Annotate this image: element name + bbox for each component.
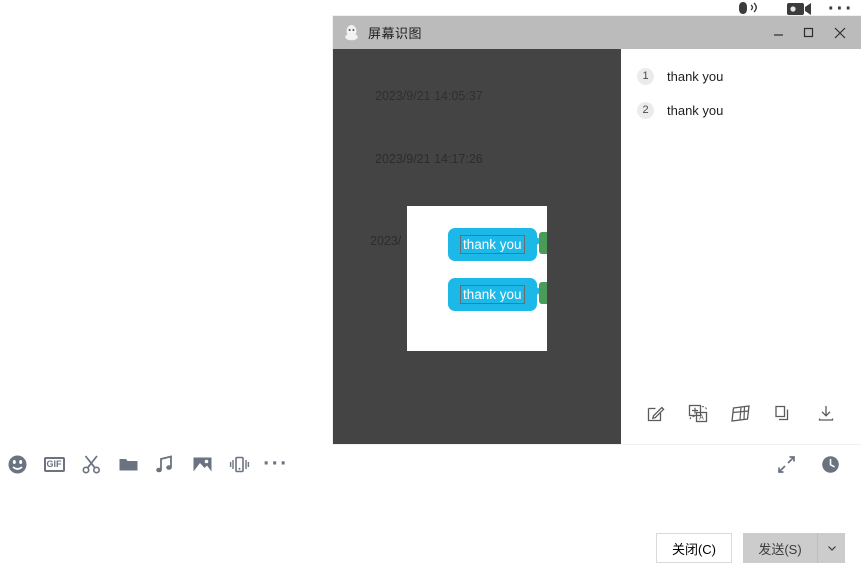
screen-root: ··· 屏幕识图 2023/9/21 14:05:37 2023/9/21 14… bbox=[0, 0, 861, 572]
result-text[interactable]: thank you bbox=[667, 103, 723, 118]
qq-penguin-icon bbox=[343, 24, 360, 41]
chat-toolbar-left-group: GIF ··· bbox=[6, 446, 287, 482]
preview-timestamp: 2023/ bbox=[370, 234, 402, 248]
list-item[interactable]: 1 thank you bbox=[621, 59, 861, 93]
minimize-button[interactable] bbox=[763, 16, 793, 49]
dialog-title: 屏幕识图 bbox=[368, 26, 423, 41]
chat-bubble-text: thank you bbox=[460, 235, 525, 254]
preview-timestamp: 2023/9/21 14:05:37 bbox=[375, 89, 483, 103]
close-button[interactable] bbox=[823, 16, 857, 49]
preview-timestamp: 2023/9/21 14:17:26 bbox=[375, 152, 483, 166]
send-button[interactable]: 发送(S) bbox=[743, 533, 817, 563]
edit-pencil-icon[interactable] bbox=[643, 400, 669, 426]
chat-toolbar-right-group bbox=[775, 446, 841, 482]
gif-label: GIF bbox=[43, 456, 65, 472]
history-clock-icon[interactable] bbox=[819, 453, 841, 475]
ocr-result-toolbar: A bbox=[621, 400, 861, 426]
audio-message-icon[interactable] bbox=[154, 453, 176, 475]
dialog-window-controls bbox=[763, 16, 861, 49]
chat-bubble: thank you bbox=[448, 278, 543, 311]
chat-bubble-row: thank you bbox=[448, 278, 543, 311]
dialog-titlebar[interactable]: 屏幕识图 bbox=[333, 16, 861, 49]
copy-icon[interactable] bbox=[770, 400, 796, 426]
gif-icon[interactable]: GIF bbox=[43, 453, 65, 475]
chat-footer-actions: 关闭(C) 发送(S) bbox=[656, 533, 845, 563]
list-item[interactable]: 2 thank you bbox=[621, 93, 861, 127]
svg-text:A: A bbox=[699, 414, 704, 421]
download-icon[interactable] bbox=[813, 400, 839, 426]
screen-recognition-dialog: 屏幕识图 2023/9/21 14:05:37 2023/9/21 14:17:… bbox=[333, 16, 861, 444]
send-button-group: 发送(S) bbox=[743, 533, 845, 563]
result-text[interactable]: thank you bbox=[667, 69, 723, 84]
screenshot-scissors-icon[interactable] bbox=[80, 453, 102, 475]
expand-icon[interactable] bbox=[775, 453, 797, 475]
more-tools-icon[interactable]: ··· bbox=[263, 453, 287, 475]
image-icon[interactable] bbox=[191, 453, 213, 475]
ocr-results-pane: 1 thank you 2 thank you A bbox=[621, 49, 861, 444]
result-index-badge: 2 bbox=[637, 101, 654, 119]
emoji-icon[interactable] bbox=[6, 453, 28, 475]
ocr-result-list: 1 thank you 2 thank you bbox=[621, 59, 861, 127]
capture-preview-pane: 2023/9/21 14:05:37 2023/9/21 14:17:26 20… bbox=[333, 49, 621, 444]
folder-icon[interactable] bbox=[117, 453, 139, 475]
chat-input-toolbar: GIF ··· bbox=[0, 446, 861, 482]
dialog-body: 2023/9/21 14:05:37 2023/9/21 14:17:26 20… bbox=[333, 49, 861, 444]
translate-icon[interactable]: A bbox=[686, 400, 712, 426]
chat-bubble-row: thank you bbox=[448, 228, 543, 261]
avatar bbox=[539, 232, 547, 254]
chat-bubble: thank you bbox=[448, 228, 543, 261]
chevron-down-icon[interactable] bbox=[817, 533, 845, 563]
maximize-button[interactable] bbox=[793, 16, 823, 49]
avatar bbox=[539, 282, 547, 304]
shake-window-icon[interactable] bbox=[228, 453, 250, 475]
chat-bubble-text: thank you bbox=[460, 285, 525, 304]
close-button[interactable]: 关闭(C) bbox=[656, 533, 732, 563]
extract-table-icon[interactable] bbox=[728, 400, 754, 426]
result-index-badge: 1 bbox=[637, 67, 654, 85]
recognized-region-highlight: thank you thank you bbox=[407, 206, 547, 351]
